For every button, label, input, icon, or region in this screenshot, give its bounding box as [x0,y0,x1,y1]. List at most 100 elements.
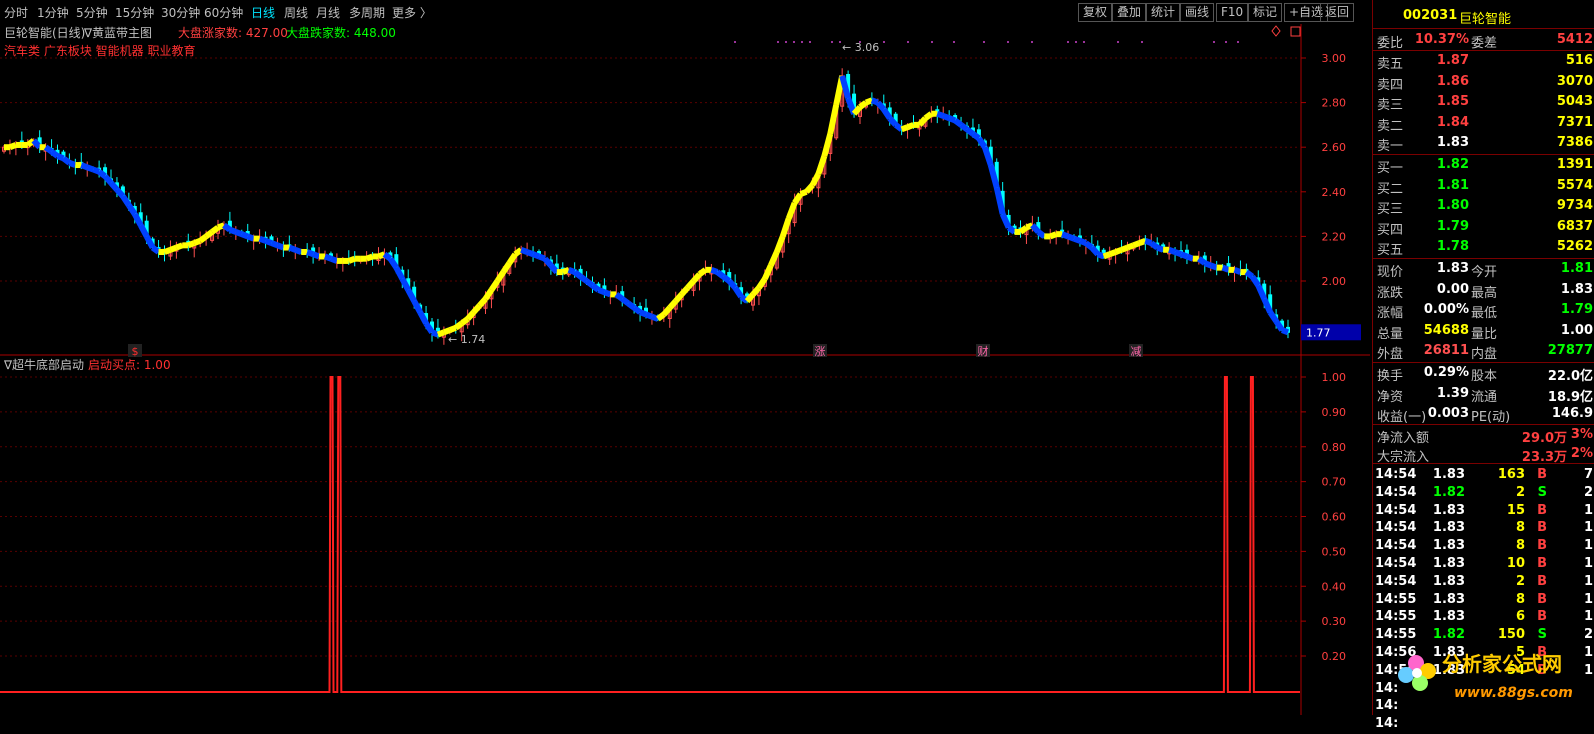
tab-8[interactable]: 月线 [316,4,340,21]
trend-band-segment [1108,249,1117,258]
tab-1[interactable]: 1分钟 [37,4,69,21]
bid-volume: 5262 [1556,239,1593,254]
period-tab-bar: 分时 1分钟 5分钟 15分钟 30分钟 60分钟 日线 周线 月线 多周期 更多 〉 复权 叠加 统计画… [0,0,1370,25]
trend-band-segment [1174,249,1183,258]
tick-side: S [1537,484,1547,500]
trend-band-segment [715,269,726,279]
weicha-label: 委差 [1471,36,1498,51]
trend-band-segment [61,155,72,166]
trend-band-segment [893,122,904,132]
tick-count: 1 [1583,573,1593,589]
bid-volume: 1391 [1556,157,1593,172]
ask-label: 卖一 [1377,139,1404,154]
trend-band-segment [513,247,523,257]
trend-band-segment [603,289,612,298]
tick-volume: 8 [1515,520,1525,536]
bid-row: 买五 1.78 5262 [1373,237,1594,258]
tab-9[interactable]: 多周期 [349,4,385,21]
tab-7[interactable]: 周线 [284,4,308,21]
trend-band-segment [264,238,273,246]
bid-volume: 5574 [1556,177,1593,193]
toolbar-button-0[interactable]: 复权 [1078,3,1113,22]
flow-row: 大宗流入 23.3万 2% [1373,444,1594,465]
trend-band-segment [644,311,653,320]
sub-axis-label: 0.70 [1322,476,1347,489]
event-dot [953,41,955,43]
toolbar-button-7[interactable]: 返回 [1320,3,1355,22]
tab-5[interactable]: 60分钟 [204,4,243,21]
stat-label-2: 最低 [1471,306,1498,321]
sub-axis-label: 0.80 [1322,441,1347,454]
tick-count: 7 [1583,467,1593,482]
event-dot [785,41,787,43]
tick-price: 1.83 [1432,556,1465,571]
toolbar-button-1[interactable]: 叠加 [1112,3,1147,22]
tick-volume: 10 [1506,556,1525,571]
ask-volume: 3070 [1556,73,1593,89]
event-dot [1213,41,1215,43]
flow-percent: 2% [1570,446,1593,461]
trend-band-segment [228,226,237,235]
sub-axis-label: 0.60 [1322,511,1347,524]
stat-row: 现价 1.83 今开 1.81 [1373,259,1594,280]
trend-band-segment [572,269,583,279]
stock-title: 002031 巨轮智能 [1373,6,1594,27]
tick-count: 2 [1583,627,1593,643]
trend-band-segment [150,245,161,255]
kline-chart[interactable]: 3.00 2.80 2.60 2.40 2.20 2.00 1.77 巨轮智能(日线)∇黄蓝带… [0,24,1370,715]
trend-band-segment [459,316,470,326]
tab-0[interactable]: 分时 [4,4,28,21]
tick-price: 1.83 [1432,609,1465,625]
tab-2[interactable]: 5分钟 [76,4,108,21]
tick-price: 1.83 [1432,573,1465,589]
indicator-name: ∇黄蓝带主图 [83,26,152,40]
tick-row: 14: [1373,714,1594,734]
trend-band-segment [1144,238,1153,246]
price-axis-label: 2.60 [1322,141,1347,154]
stat-label: 涨幅 [1377,306,1404,321]
bid-label: 买二 [1377,181,1404,197]
trend-band-segment [1168,246,1177,255]
trend-band-segment [1102,251,1111,260]
event-dot [734,41,736,43]
tab-6[interactable]: 日线 [251,4,275,21]
bid-row: 买二 1.81 5574 [1373,176,1594,197]
tick-volume: 15 [1506,502,1525,518]
event-dot [1083,41,1085,43]
toolbar-button-5[interactable]: 标记 [1248,3,1283,22]
trend-band-segment [448,325,457,333]
stat2-label: 收益(一) [1377,410,1427,425]
trend-band-segment [864,97,873,106]
toolbar-button-3[interactable]: 画线 [1180,3,1215,22]
stat2-value: 0.003 [1427,406,1469,421]
event-marker: 涨 [815,345,826,358]
tick-side: B [1537,538,1547,554]
tick-count: 1 [1583,591,1593,607]
tab-10[interactable]: 更多 〉 [392,4,432,21]
ask-row: 卖一 1.83 7386 [1373,133,1594,154]
flow-row: 净流入额 29.0万 3% [1373,425,1594,446]
tab-4[interactable]: 30分钟 [161,4,200,21]
trend-band-segment [222,222,232,233]
trend-band-segment [590,283,601,293]
toolbar-button-2[interactable]: 统计 [1146,3,1181,22]
trend-band-segment [520,246,529,255]
trend-band-segment [323,253,332,262]
trend-band-segment [948,115,957,124]
trend-band-segment [537,253,546,262]
weibi-value: 10.37% [1414,32,1469,47]
bid-price: 1.79 [1436,218,1469,234]
tab-3[interactable]: 15分钟 [115,4,154,21]
trend-band-segment [276,242,285,251]
sub-axis-label: 0.40 [1322,580,1347,593]
trend-band-segment [246,233,255,242]
toolbar-button-4[interactable]: F10 [1216,3,1249,22]
stat2-value-2: 146.9 [1551,406,1593,421]
tick-volume: 2 [1515,573,1525,589]
sector-tags: 汽车类 广东板块 智能机器 职业教育 [4,43,195,58]
sub-indicator-name: ∇超牛底部启动 [3,357,84,372]
stat-label: 外盘 [1377,347,1404,362]
stat-label: 涨跌 [1377,285,1404,301]
stat2-value-2: 18.9亿 [1547,389,1593,405]
trend-band-segment [953,118,963,128]
